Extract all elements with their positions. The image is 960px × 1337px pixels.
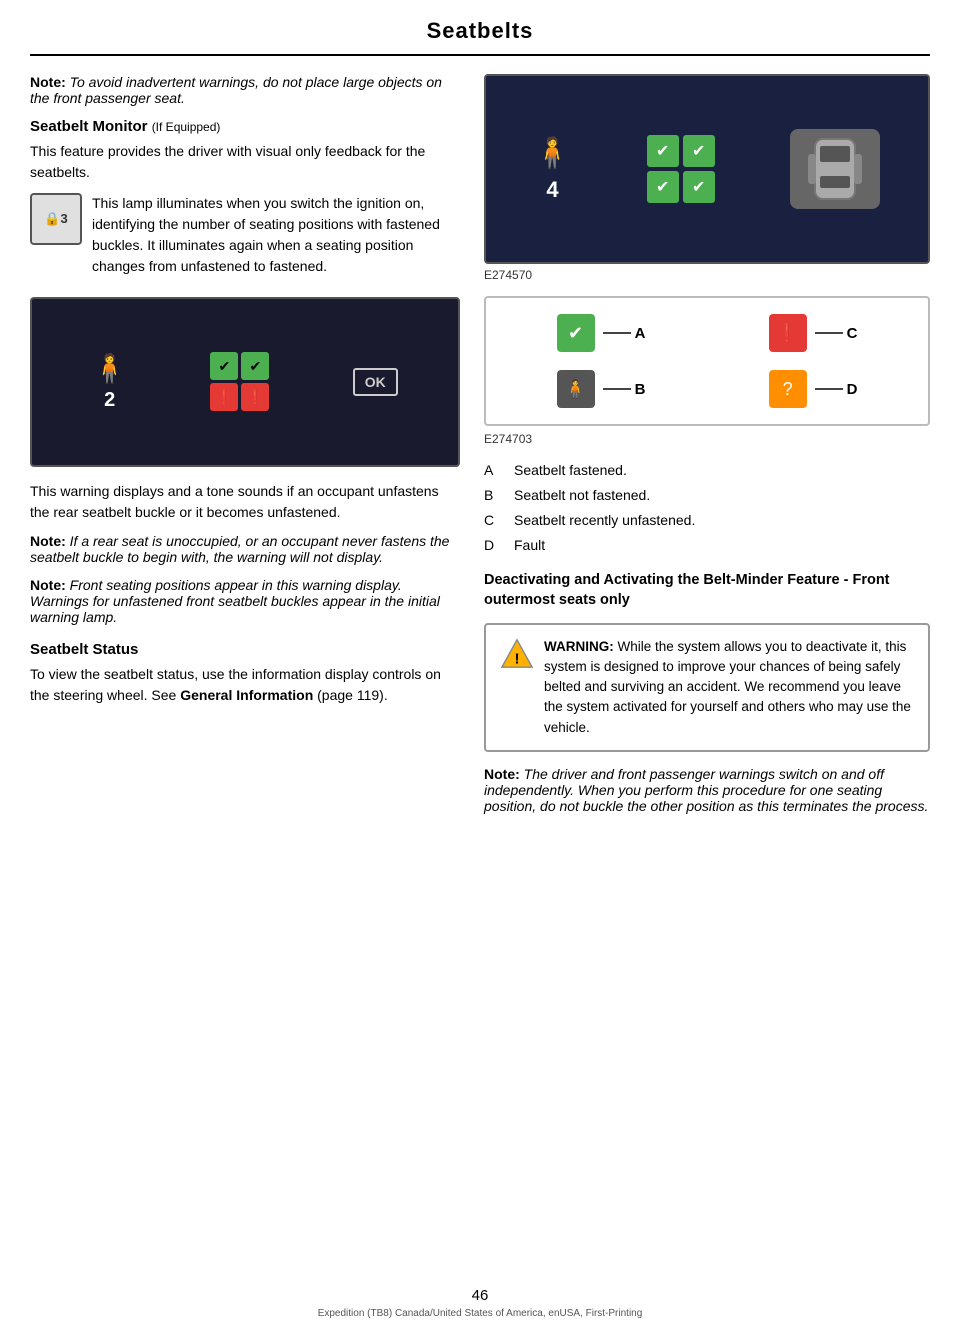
- warning-svg: !: [500, 636, 534, 672]
- seatbelt-status-text2: (page 119).: [313, 687, 387, 703]
- right-seat-number: 4: [546, 177, 558, 203]
- status-list-label-d: Fault: [514, 535, 545, 556]
- note-1-label: Note:: [30, 74, 66, 90]
- dot-line-d: [815, 388, 843, 390]
- left-column: Note: To avoid inadvertent warnings, do …: [30, 74, 460, 826]
- status-icon-a: ✔: [557, 314, 595, 352]
- status-icon-b: 🧍: [557, 370, 595, 408]
- status-icon-d: ?: [769, 370, 807, 408]
- status-list-letter-c: C: [484, 510, 504, 531]
- ok-box: OK: [353, 368, 398, 396]
- lamp-block: 🔒3 This lamp illuminates when you switch…: [30, 193, 460, 287]
- belt-icon-green-1: ✔: [210, 352, 238, 380]
- status-list-item-c: C Seatbelt recently unfastened.: [484, 510, 930, 531]
- status-c-dot-line: C: [815, 325, 858, 342]
- note-4: Note: The driver and front passenger war…: [484, 766, 930, 814]
- note-1: Note: To avoid inadvertent warnings, do …: [30, 74, 460, 106]
- status-list-item-a: A Seatbelt fastened.: [484, 460, 930, 481]
- status-icon-c: ❗: [769, 314, 807, 352]
- right-person-icon: 🧍: [534, 136, 571, 171]
- status-letter-b: B: [635, 381, 646, 398]
- seatbelt-monitor-title: Seatbelt Monitor: [30, 118, 148, 135]
- belt-icon-green-2: ✔: [241, 352, 269, 380]
- status-letter-d: D: [847, 381, 858, 398]
- status-list-letter-a: A: [484, 460, 504, 481]
- status-list-item-d: D Fault: [484, 535, 930, 556]
- warning-box: ! WARNING: While the system allows you t…: [484, 623, 930, 752]
- right-seat-figure: 🧍 4: [534, 136, 571, 203]
- img1-caption: E274570: [484, 268, 930, 282]
- status-col-right: ❗ C ? D: [769, 314, 858, 408]
- person-icon: 🧍: [92, 352, 127, 385]
- footer-caption: Expedition (TB8) Canada/United States of…: [318, 1308, 643, 1319]
- warning-triangle-icon: !: [500, 637, 534, 671]
- seatbelt-monitor-heading: Seatbelt Monitor (If Equipped): [30, 118, 460, 135]
- belt-green-b: ✔: [683, 135, 715, 167]
- dashboard-image-1: 🧍 2 ✔ ✔ ❗ ❗ OK: [30, 297, 460, 467]
- note-2-label: Note:: [30, 533, 66, 549]
- note-2: Note: If a rear seat is unoccupied, or a…: [30, 533, 460, 565]
- status-letter-c: C: [847, 325, 858, 342]
- seatbelt-status-heading: Seatbelt Status: [30, 641, 460, 658]
- note-1-text: To avoid inadvertent warnings, do not pl…: [30, 74, 442, 106]
- dot-line-c: [815, 332, 843, 334]
- dashboard-image-2: 🧍 4 ✔ ✔ ✔ ✔: [484, 74, 930, 264]
- status-a-dot-line: A: [603, 325, 646, 342]
- status-list-item-b: B Seatbelt not fastened.: [484, 485, 930, 506]
- belt-green-a: ✔: [647, 135, 679, 167]
- lamp-icon: 🔒3: [30, 193, 82, 245]
- status-list-label-a: Seatbelt fastened.: [514, 460, 627, 481]
- seat-number: 2: [104, 389, 115, 412]
- status-list-letter-d: D: [484, 535, 504, 556]
- note-2-text: If a rear seat is unoccupied, or an occu…: [30, 533, 449, 565]
- status-item-d: ? D: [769, 370, 858, 408]
- warning-display-text: This warning displays and a tone sounds …: [30, 481, 460, 523]
- belt-icons-grid: ✔ ✔ ❗ ❗: [210, 352, 269, 411]
- status-col-left: ✔ A 🧍 B: [557, 314, 646, 408]
- status-list-label-c: Seatbelt recently unfastened.: [514, 510, 695, 531]
- car-svg: [800, 134, 870, 204]
- dot-line-a: [603, 332, 631, 334]
- status-list: A Seatbelt fastened. B Seatbelt not fast…: [484, 460, 930, 556]
- status-list-letter-b: B: [484, 485, 504, 506]
- if-equipped-label: (If Equipped): [152, 120, 221, 134]
- lamp-description: This lamp illuminates when you switch th…: [92, 193, 460, 277]
- note-3-label: Note:: [30, 577, 66, 593]
- warning-text-block: WARNING: While the system allows you to …: [544, 637, 914, 738]
- title-divider: [30, 54, 930, 56]
- page-title: Seatbelts: [0, 0, 960, 54]
- status-list-label-b: Seatbelt not fastened.: [514, 485, 650, 506]
- page-number: 46: [472, 1287, 489, 1304]
- general-info-link: General Information: [180, 687, 313, 703]
- car-top-view: [790, 129, 880, 209]
- deactivating-heading: Deactivating and Activating the Belt-Min…: [484, 570, 930, 611]
- seatbelt-status-body: To view the seatbelt status, use the inf…: [30, 664, 460, 706]
- status-item-a: ✔ A: [557, 314, 646, 352]
- svg-text:!: !: [514, 650, 519, 667]
- page-footer: 46 Expedition (TB8) Canada/United States…: [0, 1287, 960, 1319]
- note-3-text: Front seating positions appear in this w…: [30, 577, 440, 625]
- note-4-label: Note:: [484, 766, 520, 782]
- status-letter-a: A: [635, 325, 646, 342]
- note-3: Note: Front seating positions appear in …: [30, 577, 460, 625]
- belt-green-d: ✔: [683, 171, 715, 203]
- img2-caption: E274703: [484, 432, 930, 446]
- status-item-c: ❗ C: [769, 314, 858, 352]
- warning-label: WARNING:: [544, 639, 614, 654]
- status-diagram: ✔ A 🧍 B ❗: [484, 296, 930, 426]
- status-item-b: 🧍 B: [557, 370, 646, 408]
- status-d-dot-line: D: [815, 381, 858, 398]
- note-4-text: The driver and front passenger warnings …: [484, 766, 928, 814]
- status-b-dot-line: B: [603, 381, 646, 398]
- seatbelt-monitor-body: This feature provides the driver with vi…: [30, 141, 460, 183]
- belt-icon-red-2: ❗: [241, 383, 269, 411]
- right-belt-grid: ✔ ✔ ✔ ✔: [647, 135, 715, 203]
- seat-figure-left: 🧍 2: [92, 352, 127, 412]
- belt-icon-red-1: ❗: [210, 383, 238, 411]
- dot-line-b: [603, 388, 631, 390]
- belt-green-c: ✔: [647, 171, 679, 203]
- right-column: 🧍 4 ✔ ✔ ✔ ✔: [484, 74, 930, 826]
